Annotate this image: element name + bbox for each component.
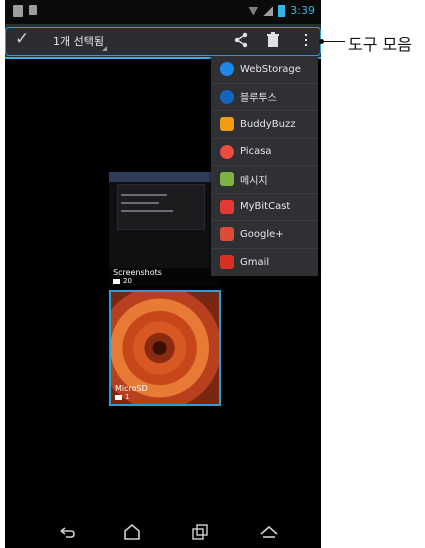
- share-menu-item[interactable]: Picasa: [211, 139, 318, 166]
- back-button[interactable]: [55, 522, 79, 542]
- more-vert-icon: [305, 34, 307, 46]
- signal-icon: [263, 6, 274, 16]
- menu-item-label: Google+: [240, 228, 284, 240]
- menu-item-label: MyBitCast: [240, 201, 291, 213]
- recent-apps-icon: [192, 524, 208, 540]
- album-count: 1: [115, 393, 129, 401]
- share-menu-item[interactable]: WebStorage: [211, 56, 318, 84]
- album-name: Screenshots: [113, 268, 162, 277]
- menu-button[interactable]: [257, 522, 281, 542]
- mybitcast-icon: [220, 199, 234, 214]
- album-count: 20: [113, 277, 132, 285]
- thumbnail-detail: [117, 184, 205, 230]
- share-menu-item[interactable]: MyBitCast: [211, 194, 318, 221]
- share-menu: WebStorage 블루투스 BuddyBuzz Picasa 메시지 MyB…: [211, 56, 318, 276]
- selection-count[interactable]: 1개 선택됨: [53, 33, 104, 49]
- chevron-up-icon: [260, 525, 278, 538]
- thumbnail-detail: [109, 172, 219, 182]
- folder-icon: [115, 394, 122, 400]
- more-options-button[interactable]: [294, 28, 318, 52]
- recent-apps-button[interactable]: [188, 522, 212, 542]
- album-count-text: 20: [123, 277, 132, 285]
- callout-line: [321, 41, 345, 42]
- status-bar: 3:39: [5, 0, 321, 24]
- home-button[interactable]: [120, 522, 144, 542]
- share-menu-item[interactable]: BuddyBuzz: [211, 111, 318, 139]
- album-count-text: 1: [125, 393, 130, 401]
- status-right-icons: 3:39: [248, 5, 315, 17]
- album-thumbnail: [109, 172, 219, 268]
- edit-notification-icon: [29, 5, 37, 15]
- googleplus-icon: [220, 227, 234, 242]
- wifi-icon: [248, 6, 259, 16]
- share-button[interactable]: [229, 28, 253, 52]
- thumbnail-detail: [121, 202, 159, 204]
- back-icon: [60, 527, 75, 538]
- album-name: MicroSD: [115, 384, 148, 393]
- share-menu-item[interactable]: 메시지: [211, 166, 318, 194]
- menu-item-label: WebStorage: [240, 63, 301, 75]
- share-menu-item[interactable]: Google+: [211, 221, 318, 249]
- battery-icon: [278, 5, 286, 17]
- action-bar: ✓ 1개 선택됨: [5, 24, 321, 59]
- selection-dropdown-indicator: [102, 46, 107, 51]
- thumbnail-detail: [121, 210, 173, 212]
- webstorage-icon: [220, 62, 234, 77]
- delete-button[interactable]: [261, 28, 285, 52]
- album-screenshots[interactable]: Screenshots 20: [109, 172, 219, 286]
- menu-item-label: 블루투스: [240, 93, 277, 105]
- album-microsd[interactable]: MicroSD 1: [109, 290, 221, 406]
- home-icon: [124, 524, 140, 540]
- buddybuzz-icon: [220, 117, 234, 132]
- image-notification-icon: [13, 5, 23, 17]
- status-time: 3:39: [290, 4, 315, 17]
- menu-item-label: Picasa: [240, 146, 272, 158]
- trash-icon: [267, 32, 279, 47]
- navigation-bar: [5, 516, 321, 548]
- folder-icon: [113, 278, 120, 284]
- message-icon: [220, 172, 234, 187]
- share-icon: [234, 32, 248, 48]
- menu-item-label: 메시지: [240, 175, 268, 187]
- thumbnail-detail: [121, 194, 167, 196]
- bluetooth-icon: [220, 89, 234, 104]
- gmail-icon: [220, 255, 234, 270]
- check-icon[interactable]: ✓: [15, 29, 29, 49]
- status-left-icons: [13, 5, 37, 17]
- picasa-icon: [220, 144, 234, 159]
- share-menu-item[interactable]: 블루투스: [211, 84, 318, 111]
- toolbar-callout-label: 도구 모음: [348, 35, 412, 54]
- menu-item-label: Gmail: [240, 256, 270, 268]
- share-menu-item[interactable]: Gmail: [211, 249, 318, 277]
- menu-item-label: BuddyBuzz: [240, 118, 296, 130]
